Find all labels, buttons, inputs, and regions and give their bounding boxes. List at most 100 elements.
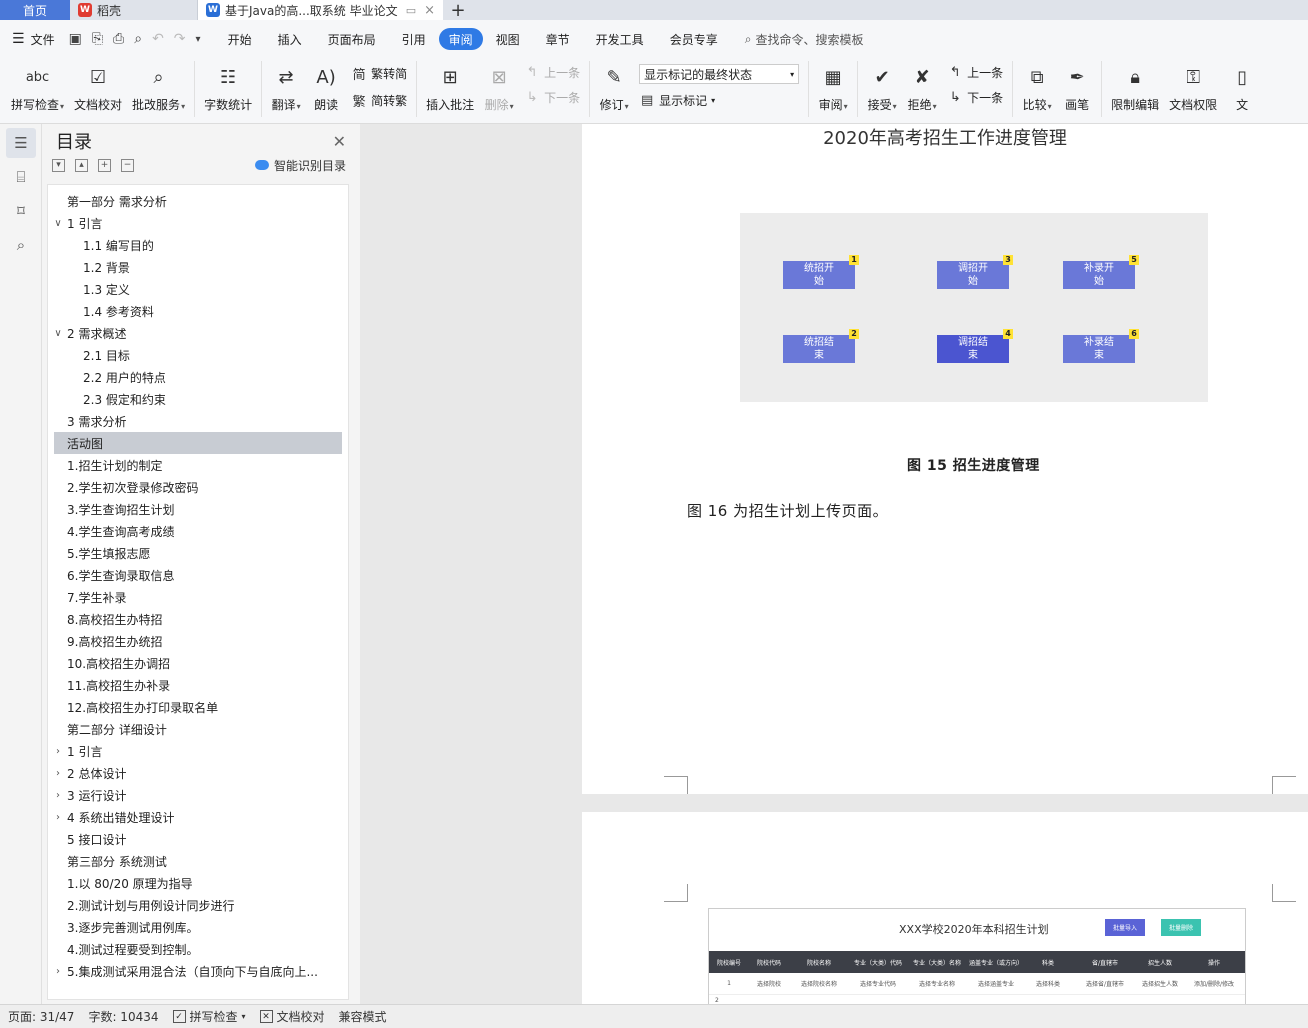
document-canvas[interactable]: 2020年高考招生工作进度管理 统招开 始 1 调招开 始 3 补录开 始 5 …	[360, 124, 1308, 1004]
status-spell-check[interactable]: ✓ 拼写检查 ▾	[172, 1008, 246, 1025]
toc-item[interactable]: 4.测试过程要受到控制。	[48, 938, 348, 960]
toc-item[interactable]: 5.学生填报志愿	[48, 542, 348, 564]
toc-item[interactable]: 第一部分 需求分析	[48, 190, 348, 212]
menu-member[interactable]: 会员专享	[657, 28, 731, 50]
toc-item[interactable]: 活动图	[54, 432, 342, 454]
display-state-select[interactable]: 显示标记的最终状态 ▾	[639, 64, 800, 84]
page-indicator[interactable]: 页面: 31/47	[8, 1008, 74, 1025]
tab-home[interactable]: 首页	[0, 0, 70, 20]
toc-item[interactable]: 1.3 定义	[48, 278, 348, 300]
toc-item[interactable]: 3.逐步完善测试用例库。	[48, 916, 348, 938]
save-icon[interactable]: ▣	[69, 31, 82, 47]
toc-item[interactable]: 3 需求分析	[48, 410, 348, 432]
tab-document[interactable]: W 基于Java的高...取系统 毕业论文 ▭ ×	[198, 0, 443, 20]
toc-item[interactable]: 3.学生查询招生计划	[48, 498, 348, 520]
toc-item[interactable]: 2.1 目标	[48, 344, 348, 366]
chevron-right-icon[interactable]: ›	[53, 746, 63, 757]
next-comment-button[interactable]: ↳ 下一条	[524, 89, 580, 106]
expand-all-icon[interactable]: ▾	[52, 158, 65, 172]
toc-item[interactable]: 6.学生查询录取信息	[48, 564, 348, 586]
doc-overflow-button[interactable]: ▯ 文	[1222, 58, 1262, 120]
toc-item[interactable]: ∨ 2 需求概述	[48, 322, 348, 344]
show-marks-button[interactable]: ▤ 显示标记 ▾	[639, 92, 799, 109]
word-count-indicator[interactable]: 字数: 10434	[88, 1008, 158, 1025]
toc-item[interactable]: 2.学生初次登录修改密码	[48, 476, 348, 498]
restrict-edit-button[interactable]: 🔒︎ 限制编辑	[1106, 58, 1164, 120]
compare-button[interactable]: ⧉ 比较▾	[1017, 58, 1057, 120]
toc-item[interactable]: › 5.集成测试采用混合法（自顶向下与自底向上...	[48, 960, 348, 982]
trad-to-simp-button[interactable]: 简 繁转简	[351, 64, 408, 83]
doc-check-button[interactable]: ☑ 文档校对	[69, 58, 127, 120]
simp-to-trad-button[interactable]: 繁 简转繁	[351, 91, 408, 110]
print-preview-icon[interactable]: ⌕	[134, 31, 142, 47]
redo-icon[interactable]: ↷	[174, 31, 186, 47]
toc-item[interactable]: 2.2 用户的特点	[48, 366, 348, 388]
menu-start[interactable]: 开始	[215, 28, 265, 50]
pen-button[interactable]: ✒ 画笔	[1057, 58, 1097, 120]
bookmark-icon[interactable]: ⌑	[6, 196, 36, 226]
toc-item[interactable]: 1.2 背景	[48, 256, 348, 278]
toc-item[interactable]: ∨ 1 引言	[48, 212, 348, 234]
chevron-down-icon[interactable]: ∨	[53, 328, 63, 339]
doc-rights-button[interactable]: ⚿ 文档权限	[1164, 58, 1222, 120]
toc-item[interactable]: 1.招生计划的制定	[48, 454, 348, 476]
batch-service-button[interactable]: ⌕ 批改服务▾	[127, 58, 190, 120]
menu-page-layout[interactable]: 页面布局	[315, 28, 389, 50]
toc-item[interactable]: 10.高校招生办调招	[48, 652, 348, 674]
file-menu[interactable]: ☰ 文件	[12, 31, 55, 48]
toc-icon[interactable]: ☰	[6, 128, 36, 158]
toc-item[interactable]: › 4 系统出错处理设计	[48, 806, 348, 828]
close-tab-icon[interactable]: ×	[424, 3, 435, 18]
toc-item[interactable]: 1.1 编写目的	[48, 234, 348, 256]
prev-change-button[interactable]: ↰ 上一条	[947, 64, 1003, 81]
toc-item[interactable]: › 3 运行设计	[48, 784, 348, 806]
read-aloud-button[interactable]: A) 朗读	[306, 58, 346, 120]
monitor-icon[interactable]: ▭	[406, 4, 416, 17]
toc-item[interactable]: 1.4 参考资料	[48, 300, 348, 322]
undo-icon[interactable]: ↶	[152, 31, 164, 47]
close-icon[interactable]: ✕	[333, 132, 346, 151]
translate-button[interactable]: ⇄ 翻译▾	[266, 58, 306, 120]
toc-item[interactable]: 第三部分 系统测试	[48, 850, 348, 872]
print-icon[interactable]: ⎙	[113, 31, 124, 47]
menu-insert[interactable]: 插入	[265, 28, 315, 50]
menu-references[interactable]: 引用	[389, 28, 439, 50]
collapse-all-icon[interactable]: ▴	[75, 158, 88, 172]
toc-item[interactable]: 11.高校招生办补录	[48, 674, 348, 696]
chevron-right-icon[interactable]: ›	[53, 790, 63, 801]
search-icon[interactable]: ⌕	[6, 230, 36, 260]
toc-item[interactable]: 第二部分 详细设计	[48, 718, 348, 740]
command-search[interactable]: ⌕ 查找命令、搜索模板	[745, 31, 864, 48]
toc-item[interactable]: › 2 总体设计	[48, 762, 348, 784]
tab-daoke[interactable]: W 稻壳	[70, 0, 198, 20]
toc-item[interactable]: 9.高校招生办统招	[48, 630, 348, 652]
next-change-button[interactable]: ↳ 下一条	[947, 89, 1003, 106]
toc-item[interactable]: 5 接口设计	[48, 828, 348, 850]
menu-review[interactable]: 审阅	[438, 28, 483, 50]
toc-item[interactable]: 7.学生补录	[48, 586, 348, 608]
accept-button[interactable]: ✔ 接受▾	[862, 58, 902, 120]
spell-check-button[interactable]: abc 拼写检查▾	[6, 58, 69, 120]
toc-item[interactable]: 12.高校招生办打印录取名单	[48, 696, 348, 718]
outline-icon[interactable]: ⌸	[6, 162, 36, 192]
reject-button[interactable]: ✘ 拒绝▾	[902, 58, 942, 120]
chevron-right-icon[interactable]: ›	[53, 966, 63, 977]
export-pdf-icon[interactable]: ⎘	[92, 31, 103, 47]
chevron-right-icon[interactable]: ›	[53, 812, 63, 823]
status-doc-check[interactable]: ✕ 文档校对	[259, 1008, 325, 1025]
remove-heading-icon[interactable]: −	[121, 158, 134, 172]
menu-chapter[interactable]: 章节	[533, 28, 583, 50]
toc-item[interactable]: 2.测试计划与用例设计同步进行	[48, 894, 348, 916]
revise-button[interactable]: ✎ 修订▾	[594, 58, 634, 120]
new-tab-button[interactable]: +	[443, 0, 473, 21]
word-count-button[interactable]: ☷ 字数统计	[199, 58, 257, 120]
menu-developer[interactable]: 开发工具	[583, 28, 657, 50]
prev-comment-button[interactable]: ↰ 上一条	[524, 64, 580, 81]
chevron-down-icon[interactable]: ∨	[53, 218, 63, 229]
insert-comment-button[interactable]: ⊞ 插入批注	[421, 58, 479, 120]
smart-toc-button[interactable]: 智能识别目录	[254, 157, 346, 174]
toc-item[interactable]: › 1 引言	[48, 740, 348, 762]
toc-item[interactable]: 8.高校招生办特招	[48, 608, 348, 630]
menu-view[interactable]: 视图	[483, 28, 533, 50]
toc-item[interactable]: 1.以 80/20 原理为指导	[48, 872, 348, 894]
